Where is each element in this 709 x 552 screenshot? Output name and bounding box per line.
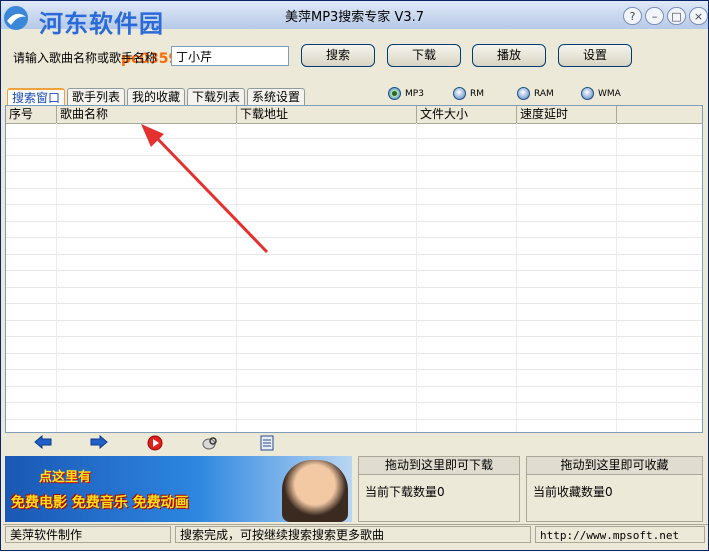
play-button[interactable]: 播放 (472, 44, 546, 67)
tab-system-settings[interactable]: 系统设置 (247, 88, 305, 105)
app-window: 美萍MP3搜索专家 V3.7 ? – □ × 河东软件园 pc0359.cn 请… (0, 0, 709, 551)
table-row[interactable] (6, 239, 702, 255)
column-header-index[interactable]: 序号 (6, 106, 57, 123)
format-ram[interactable]: RAM (517, 87, 554, 100)
banner-portrait (282, 460, 348, 522)
table-row[interactable] (6, 354, 702, 370)
download-drop-header: 拖动到这里即可下载 (359, 457, 519, 475)
table-row[interactable] (6, 189, 702, 205)
favorite-drop-header: 拖动到这里即可收藏 (527, 457, 702, 475)
table-row[interactable] (6, 123, 702, 139)
table-row[interactable] (6, 371, 702, 387)
download-count: 0 (437, 485, 445, 499)
search-label: 请输入歌曲名称或歌手名称 (13, 51, 158, 65)
back-arrow-icon[interactable] (33, 434, 53, 453)
close-icon[interactable]: × (689, 7, 708, 25)
help-icon[interactable]: ? (623, 7, 642, 25)
format-wma-label: WMA (598, 88, 621, 99)
column-divider (516, 123, 517, 432)
download-count-label: 当前下载数量 (365, 485, 438, 499)
table-row[interactable] (6, 404, 702, 420)
tab-download-list[interactable]: 下载列表 (187, 88, 245, 105)
banner-line2: 免费电影 免费音乐 免费动画 (11, 495, 189, 511)
table-header: 序号 歌曲名称 下载地址 文件大小 速度延时 (6, 106, 702, 124)
table-row[interactable] (6, 206, 702, 222)
favorite-count: 0 (605, 485, 613, 499)
search-disk-icon[interactable] (200, 435, 220, 453)
column-header-download-url[interactable]: 下载地址 (237, 106, 417, 123)
search-input[interactable] (171, 46, 289, 66)
format-mp3[interactable]: MP3 (388, 87, 424, 100)
tab-search-window[interactable]: 搜索窗口 (7, 88, 65, 106)
banner-line1: 点这里有 (39, 470, 92, 485)
ad-banner[interactable]: 点这里有 免费电影 免费音乐 免费动画 (5, 456, 352, 522)
status-url[interactable]: http://www.mpsoft.net (535, 526, 705, 543)
search-button[interactable]: 搜索 (301, 44, 375, 67)
column-header-song-name[interactable]: 歌曲名称 (57, 106, 237, 123)
column-divider (236, 123, 237, 432)
download-button[interactable]: 下载 (387, 44, 461, 67)
table-row[interactable] (6, 272, 702, 288)
table-row[interactable] (6, 321, 702, 337)
column-header-speed-delay[interactable]: 速度延时 (517, 106, 617, 123)
radio-icon[interactable] (453, 87, 466, 100)
table-row[interactable] (6, 387, 702, 403)
favorite-drop-body: 当前收藏数量0 (527, 475, 702, 508)
table-row[interactable] (6, 288, 702, 304)
favorite-drop-zone[interactable]: 拖动到这里即可收藏 当前收藏数量0 (526, 456, 703, 522)
download-drop-body: 当前下载数量0 (359, 475, 519, 508)
table-row[interactable] (6, 140, 702, 156)
radio-icon[interactable] (517, 87, 530, 100)
settings-button[interactable]: 设置 (558, 44, 632, 67)
status-bar: 美萍软件制作 搜索完成，可按继续搜索搜索更多歌曲 http://www.mpso… (3, 524, 708, 545)
format-rm[interactable]: RM (453, 87, 484, 100)
column-divider (56, 123, 57, 432)
table-row[interactable] (6, 156, 702, 172)
table-row[interactable] (6, 255, 702, 271)
format-mp3-label: MP3 (405, 88, 424, 99)
format-rm-label: RM (470, 88, 485, 99)
table-row[interactable] (6, 222, 702, 238)
format-ram-label: RAM (534, 88, 554, 99)
watermark-text: 河东软件园 (39, 9, 164, 38)
results-table[interactable]: 序号 歌曲名称 下载地址 文件大小 速度延时 (5, 105, 703, 433)
watermark-logo-icon (4, 6, 28, 30)
table-row[interactable] (6, 173, 702, 189)
radio-icon[interactable] (581, 87, 594, 100)
radio-checked-icon[interactable] (388, 87, 401, 100)
tab-singer-list[interactable]: 歌手列表 (67, 88, 125, 105)
document-icon[interactable] (257, 435, 277, 453)
table-row[interactable] (6, 305, 702, 321)
bottom-icon-bar (5, 433, 703, 455)
status-maker: 美萍软件制作 (5, 526, 171, 543)
forward-arrow-icon[interactable] (89, 434, 109, 453)
table-row[interactable] (6, 420, 702, 432)
download-drop-zone[interactable]: 拖动到这里即可下载 当前下载数量0 (358, 456, 520, 522)
column-divider (616, 123, 617, 432)
favorite-count-label: 当前收藏数量 (533, 485, 606, 499)
play-icon[interactable] (145, 435, 165, 453)
column-header-file-size[interactable]: 文件大小 (417, 106, 517, 123)
tab-my-favorites[interactable]: 我的收藏 (127, 88, 185, 105)
maximize-icon[interactable]: □ (667, 7, 686, 25)
column-divider (416, 123, 417, 432)
format-wma[interactable]: WMA (581, 87, 621, 100)
status-message: 搜索完成，可按继续搜索搜索更多歌曲 (175, 526, 531, 543)
table-row[interactable] (6, 338, 702, 354)
minimize-icon[interactable]: – (645, 7, 664, 25)
